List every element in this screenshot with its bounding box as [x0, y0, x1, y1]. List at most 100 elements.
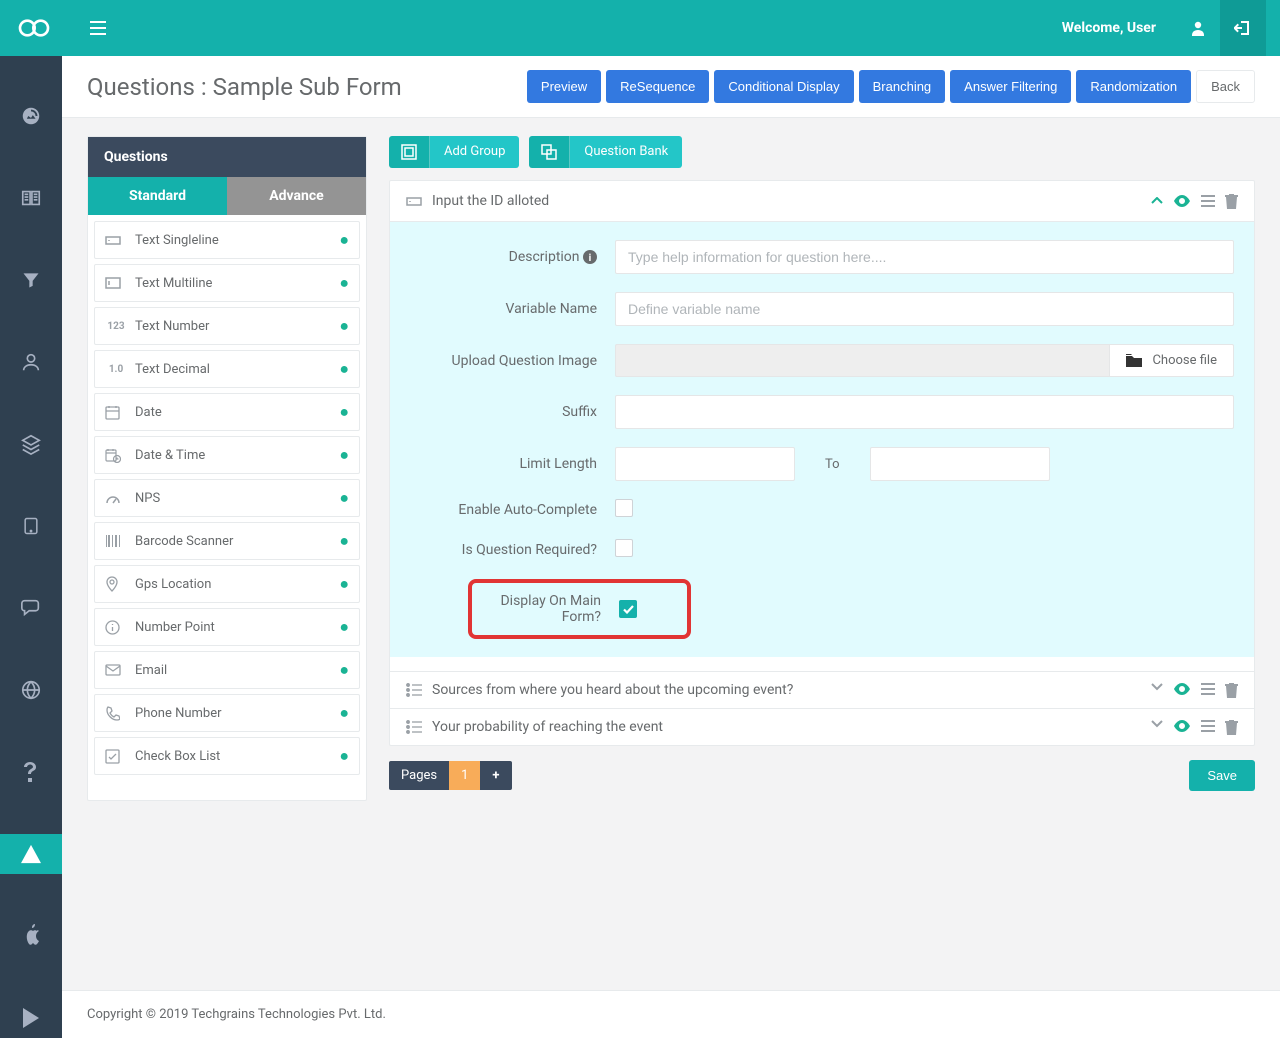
description-input[interactable] — [615, 240, 1234, 274]
delete-icon[interactable] — [1225, 194, 1238, 209]
label-variable: Variable Name — [410, 301, 615, 317]
book-icon[interactable] — [0, 178, 62, 218]
tablet-icon[interactable] — [0, 506, 62, 546]
text-singleline-icon — [406, 194, 422, 208]
info-icon[interactable]: ● — [339, 316, 349, 336]
svg-text:i: i — [589, 253, 592, 264]
info-icon[interactable]: ● — [339, 574, 349, 594]
list-icon — [406, 683, 422, 697]
tab-advance[interactable]: Advance — [227, 177, 366, 215]
qtype-gps[interactable]: Gps Location● — [94, 565, 360, 603]
preview-button[interactable]: Preview — [527, 70, 601, 103]
branching-button[interactable]: Branching — [859, 70, 946, 103]
collapsed-question-1[interactable]: Sources from where you heard about the u… — [390, 672, 1254, 709]
add-group-button[interactable]: Add Group — [389, 136, 519, 168]
suffix-input[interactable] — [615, 395, 1234, 429]
eye-icon[interactable] — [1173, 683, 1191, 698]
file-display — [615, 344, 1109, 377]
info-icon[interactable]: ● — [339, 445, 349, 465]
checkbox-icon — [105, 749, 127, 764]
menu-icon[interactable] — [1201, 683, 1215, 698]
choose-file-button[interactable]: Choose file — [1109, 344, 1234, 377]
resequence-button[interactable]: ReSequence — [606, 70, 709, 103]
info-icon[interactable]: ● — [339, 273, 349, 293]
variable-input[interactable] — [615, 292, 1234, 326]
limit-max-input[interactable] — [870, 447, 1050, 481]
qtype-barcode[interactable]: Barcode Scanner● — [94, 522, 360, 560]
pager-page-1[interactable]: 1 — [449, 761, 480, 790]
qtype-number-point[interactable]: Number Point● — [94, 608, 360, 646]
label-required: Is Question Required? — [410, 542, 615, 558]
conditional-button[interactable]: Conditional Display — [714, 70, 853, 103]
globe-icon[interactable] — [0, 670, 62, 710]
expand-icon[interactable] — [1151, 720, 1163, 735]
question-bank-button[interactable]: Question Bank — [529, 136, 682, 168]
label-description: Description i — [410, 249, 615, 265]
info-icon[interactable]: ● — [339, 703, 349, 723]
gauge-icon — [105, 492, 127, 504]
menu-icon[interactable] — [1201, 195, 1215, 207]
display-main-checkbox[interactable] — [619, 600, 637, 618]
info-icon[interactable]: ● — [339, 359, 349, 379]
collapse-icon[interactable] — [1151, 197, 1163, 205]
collapsed-question-2[interactable]: Your probability of reaching the event — [390, 709, 1254, 745]
filtering-button[interactable]: Answer Filtering — [950, 70, 1071, 103]
info-icon[interactable]: ● — [339, 617, 349, 637]
menu-toggle[interactable] — [84, 15, 112, 41]
limit-min-input[interactable] — [615, 447, 795, 481]
qtype-checkbox[interactable]: Check Box List● — [94, 737, 360, 775]
expand-icon[interactable] — [1151, 683, 1163, 698]
logout-icon[interactable] — [1220, 0, 1266, 56]
qtype-text-number[interactable]: 123Text Number● — [94, 307, 360, 345]
question-title: Input the ID alloted — [432, 193, 549, 209]
eye-icon[interactable] — [1173, 720, 1191, 735]
qtype-datetime[interactable]: Date & Time● — [94, 436, 360, 474]
eye-icon[interactable] — [1173, 195, 1191, 207]
user-icon-side[interactable] — [0, 342, 62, 382]
apple-icon[interactable] — [0, 916, 62, 956]
chat-icon[interactable] — [0, 588, 62, 628]
pager-add[interactable]: + — [480, 761, 511, 790]
barcode-icon — [105, 535, 127, 547]
info-icon[interactable]: ● — [339, 402, 349, 422]
qtype-text-decimal[interactable]: 1.0Text Decimal● — [94, 350, 360, 388]
qtype-text-multiline[interactable]: Text Multiline● — [94, 264, 360, 302]
delete-icon[interactable] — [1225, 683, 1238, 698]
back-button[interactable]: Back — [1196, 70, 1255, 103]
play-icon[interactable] — [0, 998, 62, 1038]
page-title: Questions : Sample Sub Form — [87, 73, 402, 101]
qtype-text-singleline[interactable]: Text Singleline● — [94, 221, 360, 259]
label-display-main: Display On Main Form? — [472, 593, 619, 625]
sidebar — [0, 56, 62, 1038]
qtype-nps[interactable]: NPS● — [94, 479, 360, 517]
info-icon[interactable]: ● — [339, 531, 349, 551]
topbar: Welcome, User — [0, 0, 1280, 56]
dashboard-icon[interactable] — [0, 96, 62, 136]
pager-label: Pages — [389, 761, 449, 790]
info-icon[interactable]: ● — [339, 230, 349, 250]
autocomplete-checkbox[interactable] — [615, 499, 633, 517]
menu-icon[interactable] — [1201, 720, 1215, 735]
qtype-date[interactable]: Date● — [94, 393, 360, 431]
pager: Pages 1 + — [389, 761, 512, 790]
required-checkbox[interactable] — [615, 539, 633, 557]
save-button[interactable]: Save — [1189, 760, 1255, 791]
info-icon[interactable]: ● — [339, 660, 349, 680]
qtype-email[interactable]: Email● — [94, 651, 360, 689]
user-icon[interactable] — [1176, 0, 1220, 56]
phone-icon — [105, 706, 127, 721]
help-icon[interactable] — [0, 752, 62, 792]
randomization-button[interactable]: Randomization — [1076, 70, 1191, 103]
calendar-clock-icon — [105, 448, 127, 463]
info-icon[interactable]: ● — [339, 488, 349, 508]
delete-icon[interactable] — [1225, 720, 1238, 735]
alert-icon[interactable] — [0, 834, 62, 874]
question-card: Input the ID alloted Description i Varia… — [389, 180, 1255, 746]
label-autocomplete: Enable Auto-Complete — [410, 502, 615, 518]
layers-icon[interactable] — [0, 424, 62, 464]
filter-icon[interactable] — [0, 260, 62, 300]
tab-standard[interactable]: Standard — [88, 177, 227, 215]
label-upload: Upload Question Image — [410, 353, 615, 369]
qtype-phone[interactable]: Phone Number● — [94, 694, 360, 732]
info-icon[interactable]: ● — [339, 746, 349, 766]
